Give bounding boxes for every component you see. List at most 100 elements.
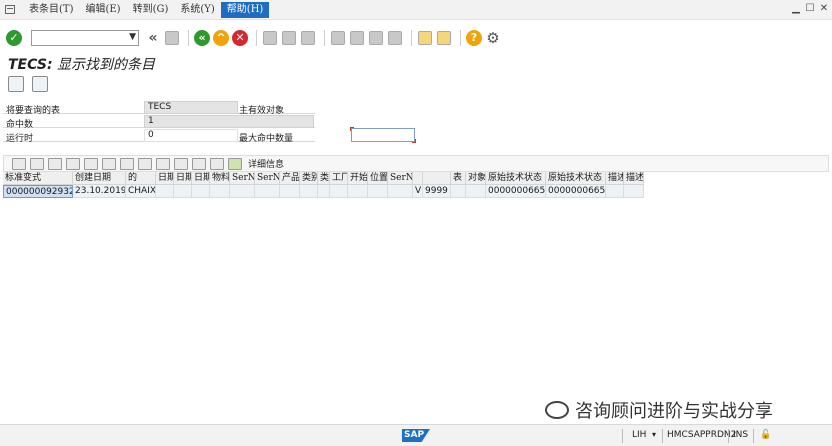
print-icon[interactable]	[263, 31, 277, 45]
sort-descending-icon[interactable]	[48, 157, 62, 170]
column-header[interactable]: 日期	[156, 172, 174, 185]
maximize-icon[interactable]: ☐	[804, 3, 816, 15]
page-title: TECS: 显示找到的条目	[8, 54, 155, 74]
menu-help[interactable]: 帮助(H)	[220, 1, 270, 18]
help-icon[interactable]: ?	[466, 30, 482, 46]
prev-page-icon[interactable]	[350, 31, 364, 45]
table-cell[interactable]: 23.10.2019	[73, 185, 126, 198]
column-header[interactable]: 标准变式	[3, 172, 73, 185]
table-cell[interactable]	[255, 185, 280, 198]
total-icon[interactable]	[102, 157, 116, 170]
details-icon[interactable]	[12, 157, 26, 170]
table-cell[interactable]: 9999	[423, 185, 451, 198]
menu-table-entry[interactable]: 表条目(T)	[23, 2, 79, 18]
command-dropdown-icon[interactable]: ▼	[129, 32, 136, 42]
table-cell[interactable]	[174, 185, 192, 198]
column-header[interactable]: 描述	[606, 172, 624, 185]
column-header[interactable]: 表	[451, 172, 466, 185]
column-header[interactable]: 创建日期	[73, 172, 126, 185]
column-header[interactable]: 日期	[174, 172, 192, 185]
column-header[interactable]	[423, 172, 451, 185]
enter-icon[interactable]: ✓	[6, 30, 22, 46]
column-header[interactable]	[413, 172, 423, 185]
table-cell[interactable]: 000000092932	[3, 185, 73, 198]
next-page-icon[interactable]	[369, 31, 383, 45]
minimize-icon[interactable]: ▁	[790, 3, 802, 15]
detail-info-icon[interactable]	[228, 157, 242, 170]
command-field[interactable]: ▼	[31, 30, 139, 46]
sort-ascending-icon[interactable]	[30, 157, 44, 170]
table-cell[interactable]	[192, 185, 210, 198]
last-page-icon[interactable]	[388, 31, 402, 45]
title-code: TECS:	[8, 57, 53, 73]
print-preview-icon[interactable]	[138, 157, 152, 170]
table-cell[interactable]	[318, 185, 330, 198]
filter-icon[interactable]	[84, 157, 98, 170]
column-header[interactable]: SerNo	[230, 172, 255, 185]
first-page-icon[interactable]	[331, 31, 345, 45]
settings-icon[interactable]: ⚙	[485, 29, 501, 47]
column-header[interactable]: 原始技术状态	[486, 172, 546, 185]
status-divider	[728, 429, 729, 443]
column-header[interactable]: 对象	[466, 172, 486, 185]
table-cell[interactable]: 000000066502	[546, 185, 606, 198]
max-hits-input[interactable]	[350, 127, 416, 143]
refresh-icon[interactable]	[8, 76, 24, 92]
table-cell[interactable]	[466, 185, 486, 198]
table-cell[interactable]: V	[413, 185, 423, 198]
table-cell[interactable]	[368, 185, 388, 198]
collapse-icon[interactable]: «	[145, 30, 161, 46]
find-next-icon[interactable]	[301, 31, 315, 45]
column-header[interactable]: 类别	[300, 172, 318, 185]
table-row[interactable]: 000000092932 23.10.2019 CHAIX V 9999 00000006…	[3, 185, 654, 198]
shortcut-icon[interactable]	[437, 31, 451, 45]
column-header[interactable]: SerNo	[255, 172, 280, 185]
table-cell[interactable]	[330, 185, 348, 198]
detail-info-button[interactable]: 详细信息	[248, 157, 284, 170]
table-cell[interactable]	[280, 185, 300, 198]
table-cell[interactable]	[156, 185, 174, 198]
table-cell[interactable]: 000000066502	[486, 185, 546, 198]
table-cell[interactable]	[348, 185, 368, 198]
column-header[interactable]: 原始技术状态	[546, 172, 606, 185]
runtime-value-field: 0	[144, 129, 238, 142]
table-cell[interactable]: CHAIX	[126, 185, 156, 198]
column-header[interactable]: 产品	[280, 172, 300, 185]
column-header[interactable]: 开始	[348, 172, 368, 185]
table-cell[interactable]	[388, 185, 413, 198]
table-cell[interactable]	[606, 185, 624, 198]
system-dropdown-icon[interactable]: ▾	[652, 430, 656, 439]
find-icon[interactable]	[66, 157, 80, 170]
menu-system[interactable]: 系统(Y)	[174, 2, 220, 18]
column-header[interactable]: 工厂	[330, 172, 348, 185]
system-menu-icon[interactable]	[5, 5, 15, 14]
table-cell[interactable]	[210, 185, 230, 198]
column-header[interactable]: 物料	[210, 172, 230, 185]
column-header[interactable]: 描述	[624, 172, 644, 185]
table-cell[interactable]	[451, 185, 466, 198]
column-header[interactable]: 位置	[368, 172, 388, 185]
new-session-icon[interactable]	[418, 31, 432, 45]
toolbar-divider	[188, 30, 189, 46]
save-icon[interactable]	[165, 31, 179, 45]
back-icon[interactable]: «	[194, 30, 210, 46]
selection-options-icon[interactable]	[32, 76, 48, 92]
menu-goto[interactable]: 转到(G)	[127, 2, 175, 18]
close-icon[interactable]: ✕	[818, 3, 830, 15]
column-header[interactable]: SerNo	[388, 172, 413, 185]
column-header[interactable]: 的	[126, 172, 156, 185]
find-icon[interactable]	[282, 31, 296, 45]
table-cell[interactable]	[624, 185, 644, 198]
info-icon[interactable]	[210, 157, 224, 170]
layout-icon[interactable]	[174, 157, 188, 170]
exit-icon[interactable]: ^	[213, 30, 229, 46]
column-header[interactable]: 类	[318, 172, 330, 185]
table-cell[interactable]	[230, 185, 255, 198]
subtotal-icon[interactable]	[120, 157, 134, 170]
table-cell[interactable]	[300, 185, 318, 198]
graphic-icon[interactable]	[192, 157, 206, 170]
column-header[interactable]: 日期	[192, 172, 210, 185]
menu-edit[interactable]: 编辑(E)	[79, 2, 126, 18]
export-icon[interactable]	[156, 157, 170, 170]
cancel-icon[interactable]: ✕	[232, 30, 248, 46]
